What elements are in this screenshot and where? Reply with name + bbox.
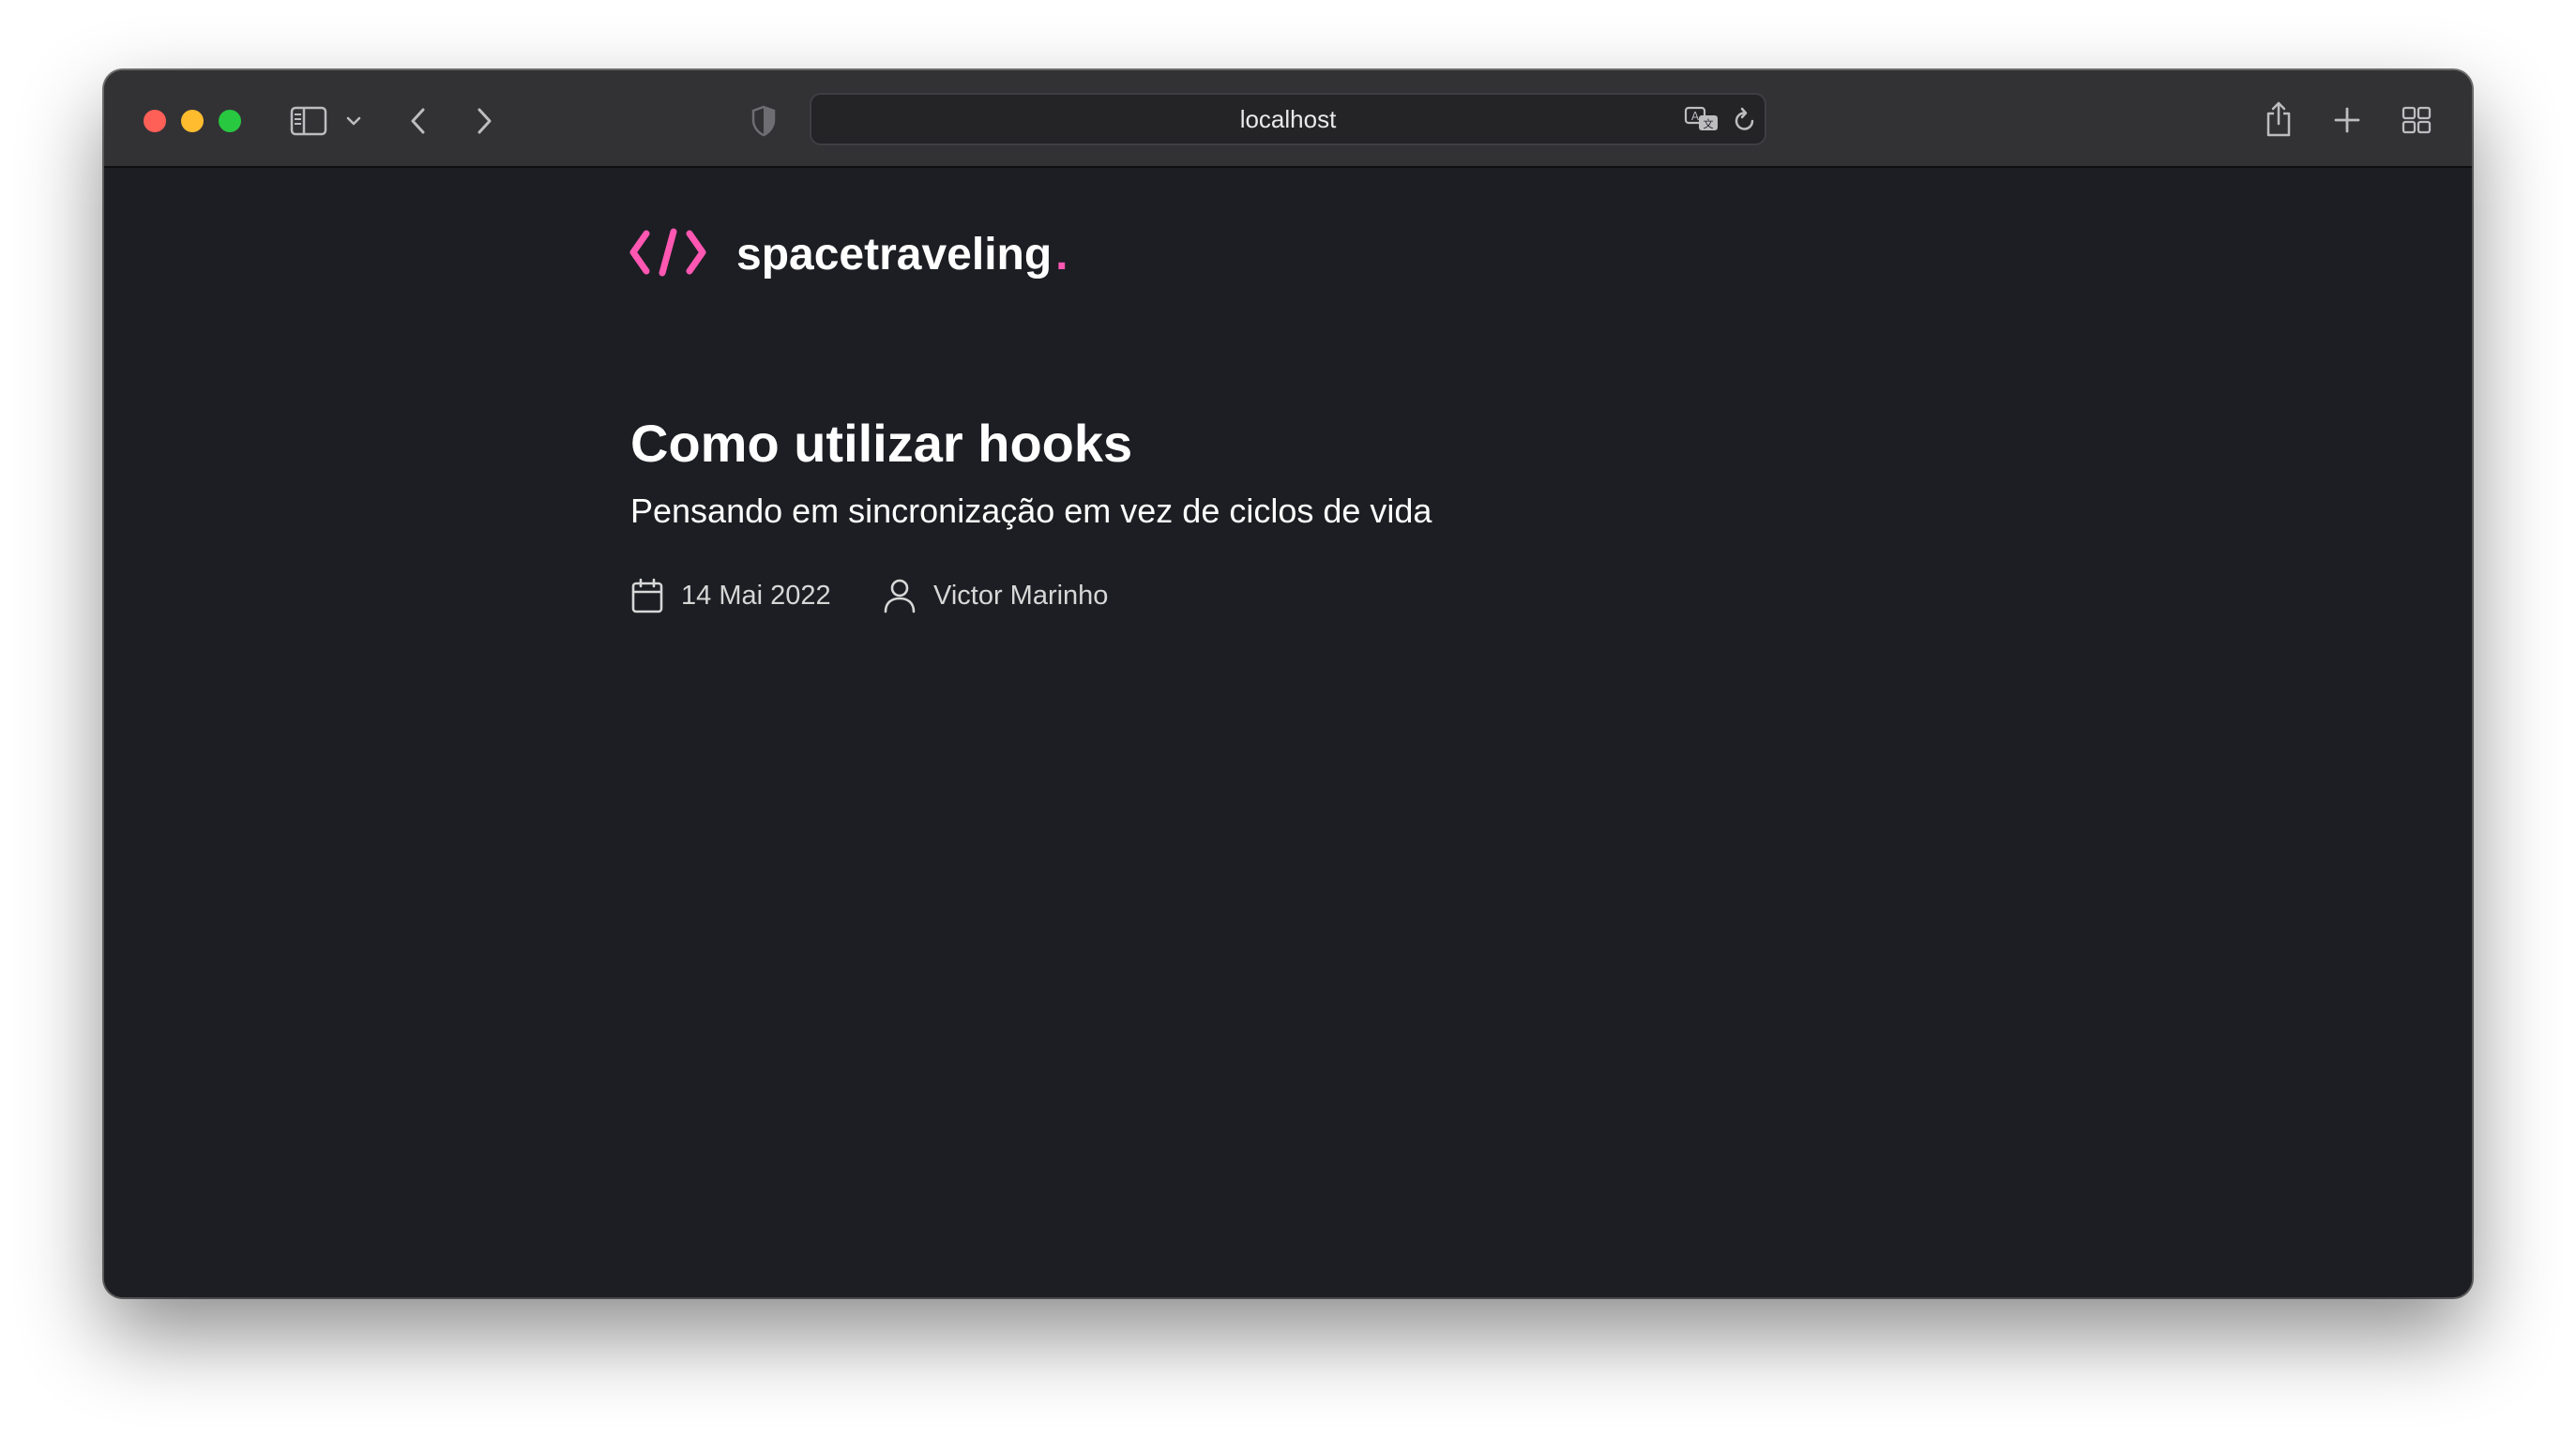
browser-window: localhost A 文 spacetraveling . Como util… <box>104 70 2472 1297</box>
plus-icon[interactable] <box>2331 104 2363 136</box>
post-subtitle: Pensando em sincronização em vez de cicl… <box>630 492 1432 530</box>
post-author: Victor Marinho <box>883 575 1108 616</box>
url-text: localhost <box>1239 104 1337 133</box>
shield-icon[interactable] <box>750 104 778 138</box>
post-title: Como utilizar hooks <box>630 414 1133 473</box>
translate-icon[interactable]: A 文 <box>1684 104 1721 134</box>
chevron-down-icon[interactable] <box>344 112 363 130</box>
close-window-button[interactable] <box>144 110 166 132</box>
share-icon[interactable] <box>2262 98 2296 140</box>
chevron-right-icon[interactable] <box>470 104 498 138</box>
site-logo[interactable]: spacetraveling. <box>629 224 1068 284</box>
grid-icon[interactable] <box>2401 104 2432 136</box>
browser-toolbar: localhost A 文 <box>104 70 2472 168</box>
calendar-icon <box>631 578 663 613</box>
zoom-window-button[interactable] <box>219 110 241 132</box>
sidebar-icon[interactable] <box>288 104 329 138</box>
svg-text:A: A <box>1691 110 1700 123</box>
site-name-dot: . <box>1055 229 1068 280</box>
post-author-text: Victor Marinho <box>933 580 1109 611</box>
code-brackets-icon <box>629 226 706 283</box>
reload-icon[interactable] <box>1731 106 1759 134</box>
site-name: spacetraveling <box>736 229 1053 280</box>
user-icon <box>884 579 916 613</box>
page-content: spacetraveling. Como utilizar hooks Pens… <box>104 168 2472 1297</box>
svg-text:文: 文 <box>1704 117 1714 130</box>
post-date-text: 14 Mai 2022 <box>681 580 831 611</box>
chevron-left-icon[interactable] <box>404 104 432 138</box>
minimize-window-button[interactable] <box>181 110 204 132</box>
post-date: 14 Mai 2022 <box>630 575 831 616</box>
address-bar[interactable]: localhost A 文 <box>810 93 1766 145</box>
